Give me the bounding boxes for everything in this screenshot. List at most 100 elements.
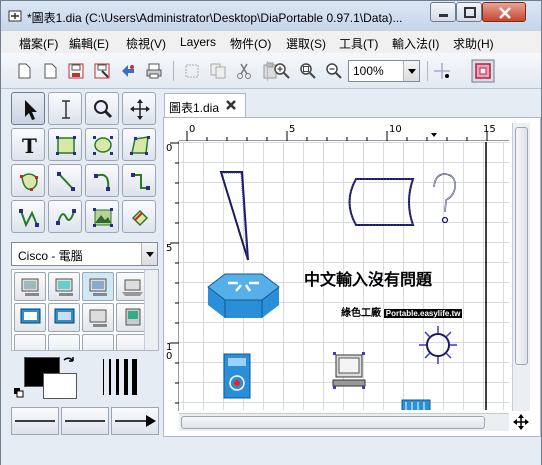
end-arrow-button[interactable] bbox=[111, 407, 159, 435]
text-cursor-icon bbox=[62, 100, 70, 119]
sheet-object-workstation[interactable] bbox=[48, 272, 80, 301]
sheet-object-printer[interactable] bbox=[48, 334, 80, 350]
diagram-canvas[interactable]: 中文輸入沒有問題 綠色工廠 Portable.easylife.tw bbox=[180, 142, 509, 410]
svg-text:T: T bbox=[22, 134, 37, 158]
navigation-move-icon[interactable] bbox=[513, 414, 529, 430]
tool-line[interactable] bbox=[48, 164, 82, 197]
canvas-logo[interactable]: 綠色工廠 Portable.easylife.tw bbox=[341, 304, 463, 319]
sheet-selector[interactable]: Cisco - 電腦 bbox=[11, 242, 158, 266]
tool-text-cursor[interactable] bbox=[48, 92, 82, 125]
print-icon[interactable] bbox=[145, 62, 163, 80]
menu-help[interactable]: 求助(H) bbox=[453, 35, 494, 52]
sheet-dropdown-arrow[interactable] bbox=[141, 243, 157, 265]
tool-image[interactable] bbox=[85, 200, 119, 233]
tool-beziergon[interactable] bbox=[11, 164, 45, 197]
new-diagram-icon[interactable] bbox=[15, 62, 33, 80]
menu-bar: 檔案(F) 編輯(E) 檢視(V) Layers 物件(O) 選取(S) 工具(… bbox=[1, 31, 541, 53]
sheet-object-ipphone[interactable] bbox=[14, 334, 46, 350]
triangle-shape[interactable] bbox=[219, 171, 249, 261]
tool-polygon[interactable] bbox=[122, 128, 156, 161]
canvas-text-object[interactable]: 中文輸入沒有問題 bbox=[304, 266, 432, 290]
menu-file[interactable]: 檔案(F) bbox=[19, 35, 58, 52]
open-icon[interactable] bbox=[41, 62, 59, 80]
save-icon[interactable] bbox=[67, 62, 85, 80]
reset-colors-icon[interactable] bbox=[13, 387, 25, 399]
tool-zigzagline[interactable] bbox=[122, 164, 156, 197]
network-device-shape[interactable] bbox=[223, 353, 251, 399]
zoom-dropdown-arrow[interactable] bbox=[403, 61, 419, 81]
stored-data-shape[interactable] bbox=[348, 178, 415, 226]
computer-icon bbox=[21, 278, 39, 296]
pc-shape[interactable] bbox=[332, 352, 366, 389]
tool-text[interactable]: T bbox=[11, 128, 45, 161]
tool-ellipse[interactable] bbox=[85, 128, 119, 161]
tool-box[interactable] bbox=[48, 128, 82, 161]
zoom-fit-icon[interactable] bbox=[299, 62, 317, 80]
background-color-swatch[interactable] bbox=[43, 373, 77, 399]
tool-modify-pointer[interactable] bbox=[11, 92, 45, 125]
close-tab-icon[interactable] bbox=[225, 99, 237, 111]
vertical-scrollbar[interactable] bbox=[512, 123, 530, 411]
ruler-horizontal: 0 5 10 15 bbox=[179, 123, 509, 141]
tool-polyline[interactable] bbox=[11, 200, 45, 233]
terminal-icon bbox=[89, 278, 107, 296]
ruler-horizontal-ticks bbox=[186, 131, 488, 141]
tool-outline[interactable] bbox=[122, 200, 156, 233]
swap-colors-icon[interactable] bbox=[61, 355, 77, 371]
copy-disabled-icon[interactable] bbox=[209, 62, 227, 80]
horizontal-scrollbar[interactable] bbox=[179, 413, 509, 431]
menu-input-method[interactable]: 輸入法(I) bbox=[392, 35, 439, 52]
tool-scroll[interactable] bbox=[122, 92, 156, 125]
router-shape[interactable] bbox=[207, 273, 280, 318]
sheet-object-terminal[interactable] bbox=[82, 272, 114, 301]
ruler-left-label: 5 bbox=[166, 243, 173, 254]
star-node-shape[interactable] bbox=[419, 326, 457, 364]
ruler-vertical: 0 5 10 bbox=[165, 141, 179, 411]
line-width-selector[interactable] bbox=[101, 357, 137, 397]
minimize-button[interactable] bbox=[430, 2, 456, 22]
cut-copy-disabled-icon[interactable] bbox=[183, 62, 201, 80]
zoom-out-icon[interactable] bbox=[325, 62, 343, 80]
tool-bezierline[interactable] bbox=[48, 200, 82, 233]
menu-objects[interactable]: 物件(O) bbox=[230, 35, 271, 52]
zoom-in-icon[interactable] bbox=[273, 62, 291, 80]
save-as-icon[interactable] bbox=[93, 62, 111, 80]
toolbar-separator bbox=[267, 61, 268, 81]
ruler-top-label: 5 bbox=[289, 124, 296, 135]
tab-diagram[interactable]: 圖表1.dia bbox=[164, 93, 246, 117]
menu-tools[interactable]: 工具(T) bbox=[339, 35, 378, 52]
question-mark-shape[interactable] bbox=[433, 173, 456, 224]
grid-toggle-icon[interactable] bbox=[433, 62, 451, 80]
cut-icon[interactable] bbox=[235, 62, 253, 80]
tool-arc[interactable] bbox=[85, 164, 119, 197]
menu-edit[interactable]: 編輯(E) bbox=[69, 35, 109, 52]
logo-text: 綠色工廠 bbox=[341, 308, 381, 319]
sheet-object-pc-network[interactable] bbox=[48, 303, 80, 332]
image-icon bbox=[93, 208, 113, 227]
polygon-icon bbox=[130, 136, 150, 155]
sheet-object-file-server[interactable] bbox=[82, 303, 114, 332]
horizontal-scroll-thumb[interactable] bbox=[181, 416, 485, 429]
sheet-object-monitor[interactable] bbox=[14, 303, 46, 332]
status-bar bbox=[1, 439, 541, 465]
server-shape-partial[interactable] bbox=[401, 399, 431, 410]
menu-layers[interactable]: Layers bbox=[180, 35, 216, 49]
close-button[interactable] bbox=[482, 2, 526, 22]
title-bar[interactable]: *圖表1.dia (C:\Users\Administrator\Desktop… bbox=[1, 1, 541, 31]
zoom-combo[interactable]: 100% bbox=[348, 60, 420, 82]
sheet-object-scanner[interactable] bbox=[82, 334, 114, 350]
minimize-icon bbox=[439, 14, 448, 17]
line-style-button[interactable] bbox=[61, 407, 109, 435]
menu-select[interactable]: 選取(S) bbox=[286, 35, 326, 52]
snap-to-object-icon[interactable] bbox=[471, 59, 495, 83]
file-server-icon bbox=[89, 309, 107, 327]
tool-magnify[interactable] bbox=[85, 92, 119, 125]
sheet-scrollbar[interactable] bbox=[144, 270, 158, 350]
menu-view[interactable]: 檢視(V) bbox=[126, 35, 166, 52]
start-arrow-button[interactable] bbox=[11, 407, 59, 435]
maximize-button[interactable] bbox=[456, 2, 482, 22]
vertical-scroll-thumb[interactable] bbox=[515, 127, 528, 365]
sheet-object-pc[interactable] bbox=[14, 272, 46, 301]
ruler-top-label: 0 bbox=[189, 124, 196, 135]
export-icon[interactable] bbox=[119, 62, 137, 80]
